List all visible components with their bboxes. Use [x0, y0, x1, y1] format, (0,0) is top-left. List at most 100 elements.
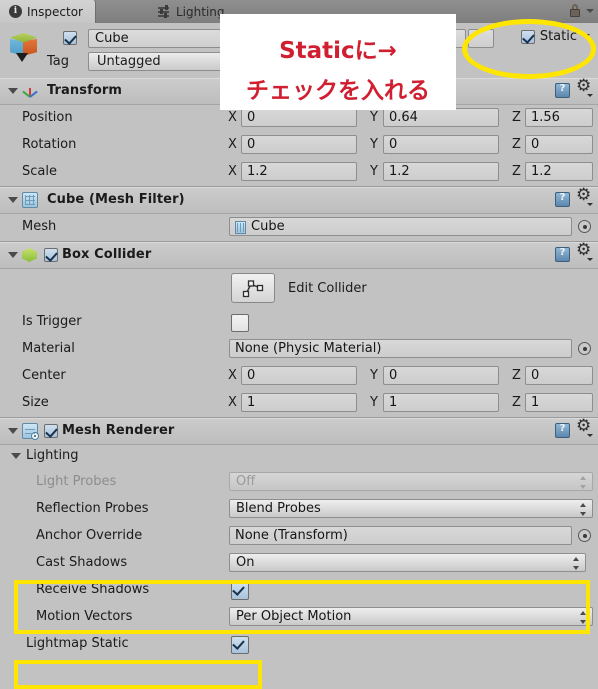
inspector-body: Cube Static Tag Untagged Transform ? ⚙ P…	[0, 23, 598, 658]
row-scale: Scale X 1.2 Y 1.2 Z 1.2	[0, 159, 598, 186]
info-icon: i	[9, 5, 22, 18]
component-header-mesh-filter[interactable]: Cube (Mesh Filter)	[0, 187, 598, 214]
label-anchor-override: Anchor Override	[36, 528, 143, 543]
gameobject-enabled-checkbox[interactable]	[63, 31, 77, 45]
mesh-object-picker-icon[interactable]	[578, 220, 591, 233]
label-scale: Scale	[22, 164, 57, 179]
axis-z-label: Z	[512, 137, 521, 152]
edit-collider-button[interactable]	[231, 273, 275, 303]
label-center: Center	[22, 368, 66, 383]
label-rotation: Rotation	[22, 137, 77, 152]
reflection-probes-dropdown[interactable]: Blend Probes	[229, 499, 593, 518]
axis-x-label: X	[228, 110, 237, 125]
highlight-box-lightmap-static	[14, 660, 262, 689]
axis-y-label: Y	[370, 110, 378, 125]
light-probes-dropdown: Off	[229, 472, 593, 491]
mesh-renderer-icon	[22, 423, 39, 440]
help-book-icon[interactable]	[555, 83, 570, 98]
cast-shadows-dropdown[interactable]: On	[229, 553, 586, 572]
size-x-input[interactable]: 1	[241, 393, 357, 412]
box-collider-enabled-checkbox[interactable]	[44, 248, 58, 262]
row-center: Center X 0 Y 0 Z 0	[0, 363, 598, 390]
tab-inspector[interactable]: i Inspector	[0, 0, 96, 23]
component-title-mesh-filter: Cube (Mesh Filter)	[47, 192, 185, 207]
row-light-probes: Light Probes Off	[0, 469, 598, 496]
component-header-box-collider[interactable]: Box Collider	[0, 242, 598, 269]
label-mesh: Mesh	[22, 219, 57, 234]
chevron-updown-icon	[580, 476, 587, 489]
label-lighting-group: Lighting	[26, 448, 79, 463]
gear-icon[interactable]	[576, 418, 593, 438]
help-book-icon[interactable]	[555, 247, 570, 262]
mesh-object-value: Cube	[251, 219, 285, 234]
tab-inspector-label: Inspector	[27, 4, 83, 19]
rotation-x-input[interactable]: 0	[241, 135, 357, 154]
reflection-probes-value: Blend Probes	[236, 501, 321, 516]
component-title-box-collider: Box Collider	[62, 247, 152, 262]
center-z-input[interactable]: 0	[525, 366, 593, 385]
axis-y-label: Y	[370, 368, 378, 383]
scale-y-input[interactable]: 1.2	[383, 162, 499, 181]
mesh-renderer-enabled-checkbox[interactable]	[44, 424, 58, 438]
axis-z-label: Z	[512, 395, 521, 410]
foldout-mesh-filter-icon[interactable]	[8, 197, 18, 203]
position-z-input[interactable]: 1.56	[525, 108, 593, 127]
component-tools-mesh-renderer[interactable]	[555, 418, 593, 438]
row-lightmap-static: Lightmap Static	[0, 631, 598, 658]
row-lighting-group[interactable]: Lighting	[0, 445, 598, 469]
is-trigger-checkbox[interactable]	[231, 314, 249, 332]
help-book-icon[interactable]	[555, 192, 570, 207]
lightmap-static-checkbox[interactable]	[231, 636, 249, 654]
center-x-input[interactable]: 0	[241, 366, 357, 385]
physic-material-field[interactable]: None (Physic Material)	[229, 339, 572, 358]
light-probes-value: Off	[236, 474, 256, 489]
gameobject-cube-icon	[8, 29, 42, 63]
foldout-lighting-icon[interactable]	[11, 453, 21, 459]
position-x-input[interactable]: 0	[241, 108, 357, 127]
foldout-transform-icon[interactable]	[8, 88, 18, 94]
mesh-object-field[interactable]: Cube	[229, 217, 572, 236]
mesh-filter-icon	[22, 192, 38, 208]
component-title-transform: Transform	[47, 83, 123, 98]
scale-z-input[interactable]: 1.2	[525, 162, 593, 181]
component-header-mesh-renderer[interactable]: Mesh Renderer	[0, 418, 598, 445]
position-y-input[interactable]: 0.64	[383, 108, 499, 127]
row-anchor-override: Anchor Override None (Transform)	[0, 523, 598, 550]
axis-x-label: X	[228, 137, 237, 152]
mesh-chip-icon	[235, 221, 246, 234]
gear-icon[interactable]	[576, 78, 593, 98]
size-z-input[interactable]: 1	[525, 393, 593, 412]
chevron-updown-icon	[573, 557, 580, 570]
highlight-box-shadows	[14, 580, 590, 634]
lock-icon[interactable]	[568, 3, 582, 18]
component-tools-transform[interactable]	[555, 78, 593, 98]
transform-axis-icon	[22, 83, 38, 99]
tab-menu-caret-icon[interactable]	[586, 9, 594, 13]
callout-annotation: Staticに→ チェックを入れる	[220, 14, 456, 110]
rotation-y-input[interactable]: 0	[383, 135, 499, 154]
gear-icon[interactable]	[576, 187, 593, 207]
axis-z-label: Z	[512, 368, 521, 383]
rotation-z-input[interactable]: 0	[525, 135, 593, 154]
edit-collider-label: Edit Collider	[288, 281, 367, 296]
anchor-object-picker-icon[interactable]	[578, 529, 591, 542]
component-tools-mesh-filter[interactable]	[555, 187, 593, 207]
help-book-icon[interactable]	[555, 423, 570, 438]
axis-z-label: Z	[512, 110, 521, 125]
tag-label: Tag	[47, 54, 70, 69]
foldout-mesh-renderer-icon[interactable]	[8, 428, 18, 434]
gear-icon[interactable]	[576, 242, 593, 262]
label-material: Material	[22, 341, 75, 356]
sliders-icon	[158, 5, 171, 18]
component-tools-box-collider[interactable]	[555, 242, 593, 262]
label-is-trigger: Is Trigger	[22, 314, 82, 329]
axis-y-label: Y	[370, 137, 378, 152]
size-y-input[interactable]: 1	[383, 393, 499, 412]
center-y-input[interactable]: 0	[383, 366, 499, 385]
scale-x-input[interactable]: 1.2	[241, 162, 357, 181]
chevron-updown-icon	[580, 503, 587, 516]
anchor-override-field[interactable]: None (Transform)	[229, 526, 572, 545]
material-object-picker-icon[interactable]	[578, 342, 591, 355]
cast-shadows-value: On	[236, 555, 255, 570]
foldout-box-collider-icon[interactable]	[8, 252, 18, 258]
